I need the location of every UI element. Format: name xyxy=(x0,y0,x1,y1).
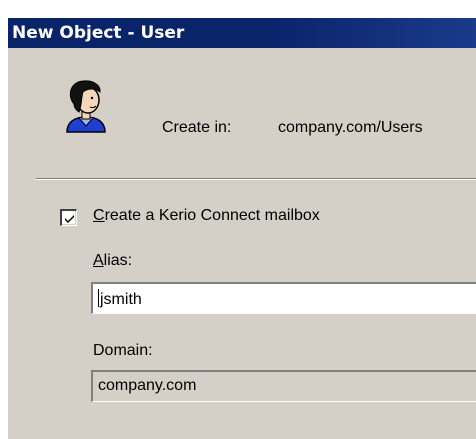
create-in-label: Create in: xyxy=(162,119,232,136)
alias-label-accelerator: A xyxy=(93,252,104,269)
domain-field-value: company.com xyxy=(98,377,197,394)
domain-field: company.com xyxy=(91,370,476,402)
alias-label: Alias: xyxy=(93,252,132,270)
checkmark-icon xyxy=(65,215,74,223)
new-object-user-dialog: New Object - User Create in: company.com… xyxy=(0,0,476,439)
alias-input[interactable]: jsmith xyxy=(91,282,476,314)
create-mailbox-checkbox[interactable] xyxy=(60,209,77,226)
separator xyxy=(36,178,476,180)
window-title: New Object - User xyxy=(12,23,185,43)
create-mailbox-label-text: reate a Kerio Connect mailbox xyxy=(104,207,320,224)
create-mailbox-label[interactable]: Create a Kerio Connect mailbox xyxy=(93,207,320,225)
create-mailbox-label-accelerator: C xyxy=(93,207,105,224)
text-caret xyxy=(98,289,99,307)
create-in-path: company.com/Users xyxy=(278,119,423,136)
domain-label: Domain: xyxy=(93,342,153,359)
title-bar[interactable]: New Object - User xyxy=(8,18,476,48)
alias-label-text: lias: xyxy=(103,252,133,269)
alias-input-value: jsmith xyxy=(100,291,142,308)
user-icon xyxy=(66,80,106,133)
